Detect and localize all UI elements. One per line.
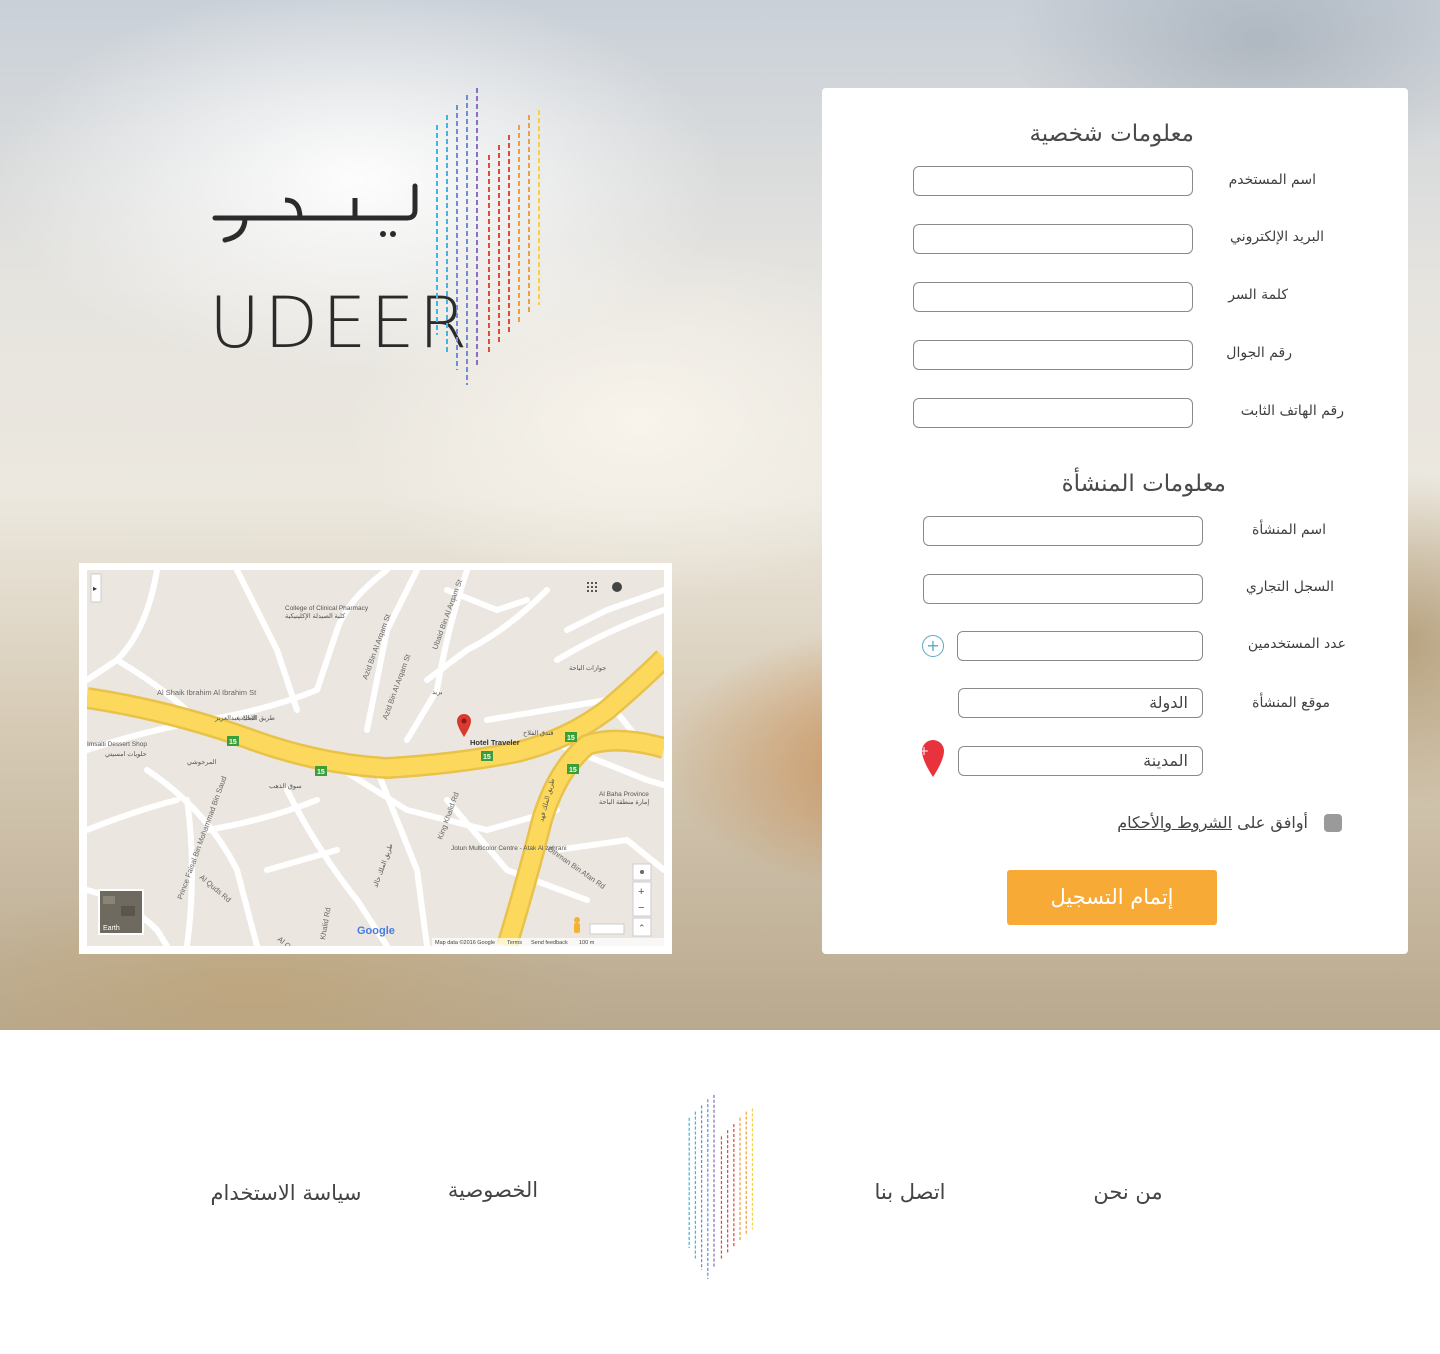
business-location-label: موقع المنشأة xyxy=(1252,695,1330,711)
zoom-out-button[interactable]: − xyxy=(638,902,644,914)
map-place-label: Hotel Traveler xyxy=(470,738,520,747)
svg-text:بريد: بريد xyxy=(432,689,443,696)
google-logo: Google xyxy=(357,925,395,937)
svg-text:Al Quds Rd: Al Quds Rd xyxy=(198,873,233,905)
password-input[interactable] xyxy=(913,282,1193,312)
svg-text:كلية الصيدلة الإكلينيكية: كلية الصيدلة الإكلينيكية xyxy=(285,612,346,620)
email-input[interactable] xyxy=(913,224,1193,254)
svg-text:طريق الملك خالد: طريق الملك خالد xyxy=(371,842,395,889)
city-select[interactable]: المدينة xyxy=(958,746,1203,776)
svg-text:15: 15 xyxy=(567,735,575,742)
terms-checkbox[interactable] xyxy=(1324,814,1342,832)
account-icon[interactable] xyxy=(612,582,622,592)
svg-text:إمارة منطقة الباحة: إمارة منطقة الباحة xyxy=(599,798,649,806)
svg-text:Azid Bin Al Arqam St: Azid Bin Al Arqam St xyxy=(380,652,412,721)
map-terms-link[interactable]: Terms xyxy=(507,940,522,946)
svg-text:15: 15 xyxy=(483,754,491,761)
terms-agreement: أوافق على الشروط والأحكام xyxy=(1117,813,1308,832)
map-canvas[interactable]: 15 15 15 15 15 Al Shaik Ibrahim Al Ibrah… xyxy=(87,570,664,946)
logo-arabic-wordmark xyxy=(212,183,418,243)
mobile-input[interactable] xyxy=(913,340,1193,370)
business-name-input[interactable] xyxy=(923,516,1203,546)
terms-link[interactable]: الشروط والأحكام xyxy=(1117,813,1232,832)
commercial-register-input[interactable] xyxy=(923,574,1203,604)
svg-text:15: 15 xyxy=(317,769,325,776)
svg-text:جوازات الباحة: جوازات الباحة xyxy=(569,664,606,672)
mobile-label: رقم الجوال xyxy=(1226,345,1292,361)
svg-text:Jotun Multicolor Centre - Atak: Jotun Multicolor Centre - Atak Al zahran… xyxy=(451,845,567,852)
map-scale: 100 m xyxy=(579,940,595,946)
users-count-input[interactable] xyxy=(957,631,1203,661)
submit-registration-button[interactable]: إتمام التسجيل xyxy=(1007,870,1217,925)
svg-text:حلويات امسيتي: حلويات امسيتي xyxy=(105,750,147,758)
satellite-toggle[interactable]: Earth xyxy=(98,889,144,935)
country-select[interactable]: الدولة xyxy=(958,688,1203,718)
footer-link-contact[interactable]: اتصل بنا xyxy=(874,1180,945,1204)
svg-text:College of Clinical Pharmacy: College of Clinical Pharmacy xyxy=(285,605,369,612)
svg-text:▸: ▸ xyxy=(93,584,97,593)
map-feedback-link[interactable]: Send feedback xyxy=(531,940,568,946)
svg-text:15: 15 xyxy=(229,739,237,746)
business-name-label: اسم المنشأة xyxy=(1252,522,1326,538)
location-map[interactable]: 15 15 15 15 15 Al Shaik Ibrahim Al Ibrah… xyxy=(79,563,672,954)
apps-grid-icon[interactable] xyxy=(587,582,597,592)
svg-text:Khalid Rd: Khalid Rd xyxy=(318,907,333,941)
footer-logo-icon xyxy=(688,1094,754,1279)
imagery-thumbnails[interactable] xyxy=(589,923,625,935)
pegman-icon[interactable] xyxy=(574,917,580,933)
username-input[interactable] xyxy=(913,166,1193,196)
terms-prefix: أوافق على xyxy=(1237,813,1308,832)
logo-bars-icon xyxy=(436,88,540,385)
svg-text:الاحباب: الاحباب xyxy=(237,714,257,722)
commercial-register-label: السجل التجاري xyxy=(1245,579,1334,595)
business-info-title: معلومات المنشأة xyxy=(1061,471,1226,497)
svg-text:سوق الذهب: سوق الذهب xyxy=(269,782,302,790)
landline-input[interactable] xyxy=(913,398,1193,428)
password-label: كلمة السر xyxy=(1228,287,1288,303)
svg-text:Earth: Earth xyxy=(103,925,120,932)
svg-text:Al Baha Province: Al Baha Province xyxy=(599,791,649,798)
username-label: اسم المستخدم xyxy=(1228,172,1316,188)
zoom-in-button[interactable]: + xyxy=(638,886,644,898)
registration-card: معلومات شخصية اسم المستخدم البريد الإلكت… xyxy=(822,88,1408,954)
svg-text:+: + xyxy=(920,744,929,758)
personal-info-title: معلومات شخصية xyxy=(1029,121,1194,147)
udeer-logo: UDEER xyxy=(205,85,565,405)
svg-text:Imsaiti Dessert Shop: Imsaiti Dessert Shop xyxy=(87,741,147,748)
svg-text:Al Quds Rd: Al Quds Rd xyxy=(276,935,311,946)
svg-text:فندق الفلاح: فندق الفلاح xyxy=(523,729,553,737)
map-pin-plus-icon[interactable]: + xyxy=(920,738,946,778)
footer-link-privacy[interactable]: الخصوصية xyxy=(448,1178,538,1202)
plus-circle-icon[interactable]: + xyxy=(922,635,944,657)
hero-background: UDEER 15 15 15 15 15 Al Shaik Ibrahim Al… xyxy=(0,0,1440,1030)
footer-link-terms-of-use[interactable]: سياسة الاستخدام xyxy=(210,1181,361,1205)
svg-text:المرجوشي: المرجوشي xyxy=(187,758,217,766)
svg-text:15: 15 xyxy=(569,767,577,774)
users-count-label: عدد المستخدمين xyxy=(1247,636,1346,652)
svg-text:⌃: ⌃ xyxy=(638,923,646,933)
svg-text:Al Shaik Ibrahim Al Ibrahim St: Al Shaik Ibrahim Al Ibrahim St xyxy=(157,688,257,697)
map-attribution: Map data ©2016 Google xyxy=(435,939,495,946)
email-label: البريد الإلكتروني xyxy=(1230,229,1324,245)
footer-link-about[interactable]: من نحن xyxy=(1093,1180,1162,1204)
landline-label: رقم الهاتف الثابت xyxy=(1240,403,1344,419)
